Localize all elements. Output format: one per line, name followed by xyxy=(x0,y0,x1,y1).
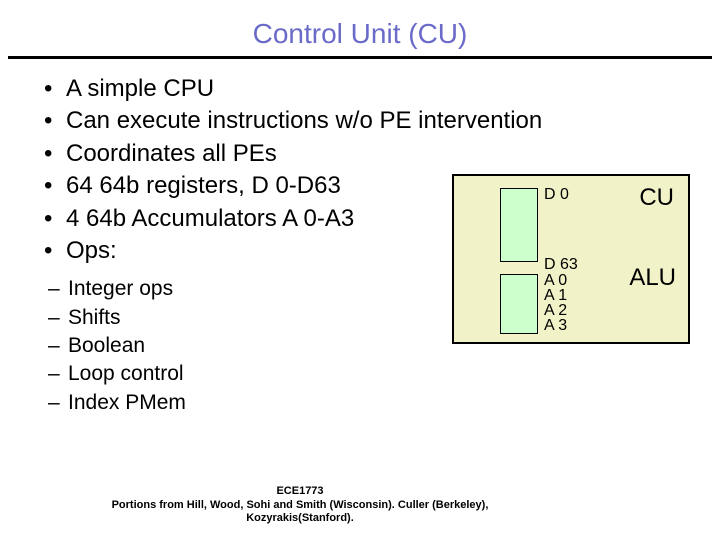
bullet-item: Coordinates all PEs xyxy=(44,138,720,170)
slide-title: Control Unit (CU) xyxy=(0,0,720,56)
cu-diagram: D 0 D 63 A 0 A 1 A 2 A 3 CU ALU xyxy=(452,174,690,344)
sub-bullet-item: Loop control xyxy=(48,360,720,388)
bullet-item: A simple CPU xyxy=(44,73,720,105)
bullet-item: Can execute instructions w/o PE interven… xyxy=(44,105,720,137)
a-register-box xyxy=(500,274,538,334)
sub-bullet-item: Index PMem xyxy=(48,389,720,417)
a3-label: A 3 xyxy=(544,317,567,335)
d-register-box xyxy=(500,188,538,262)
slide-content: A simple CPU Can execute instructions w/… xyxy=(0,59,720,417)
d0-label: D 0 xyxy=(544,186,569,204)
slide-footer: ECE1773 Portions from Hill, Wood, Sohi a… xyxy=(60,485,540,526)
footer-line-2: Portions from Hill, Wood, Sohi and Smith… xyxy=(60,499,540,527)
alu-label: ALU xyxy=(629,264,676,292)
cu-label: CU xyxy=(639,184,674,212)
footer-line-1: ECE1773 xyxy=(60,485,540,499)
